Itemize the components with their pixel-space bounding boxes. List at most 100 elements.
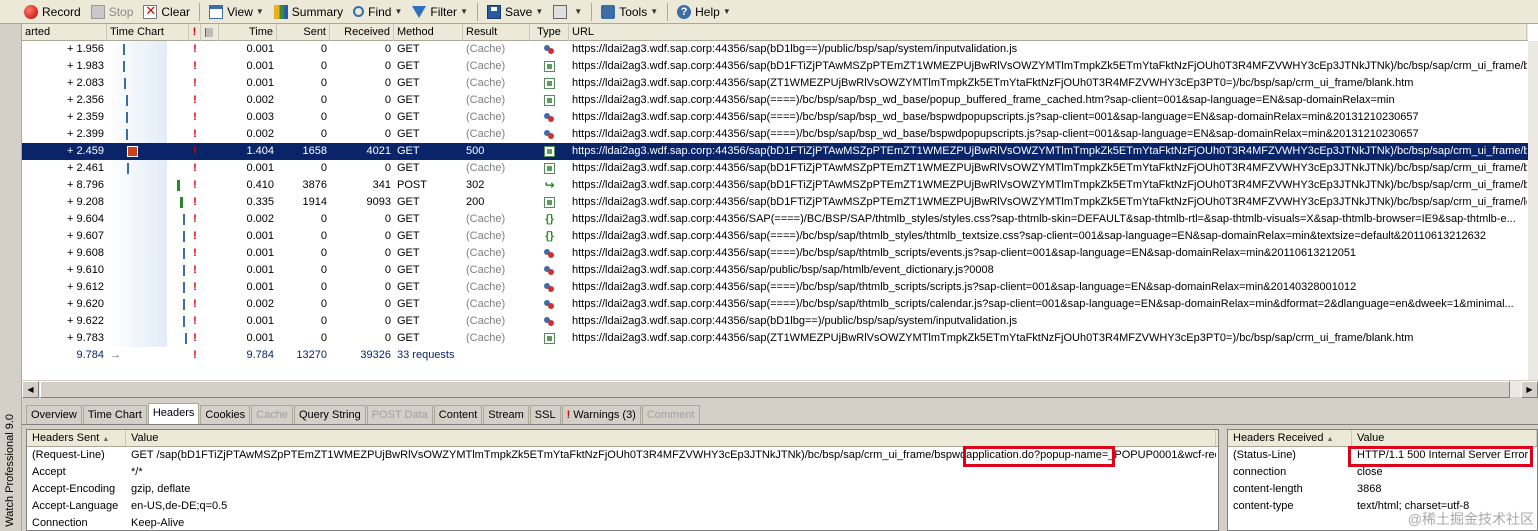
tab-overview[interactable]: Overview bbox=[26, 405, 82, 424]
view-menu-button[interactable]: View ▼ bbox=[205, 2, 268, 22]
time-chart-bar bbox=[183, 316, 186, 327]
header-sent-row[interactable]: Accept-Language en-US,de-DE;q=0.5 bbox=[27, 498, 1218, 515]
script-type-icon bbox=[544, 316, 555, 327]
warning-icon: ! bbox=[193, 145, 197, 157]
pane-splitter[interactable] bbox=[1219, 429, 1227, 531]
cell-result: (Cache) bbox=[466, 213, 506, 225]
header-received-row[interactable]: connection close bbox=[1228, 464, 1537, 481]
totals-sent: 13270 bbox=[296, 349, 327, 361]
tab-warnings-3[interactable]: ! Warnings (3) bbox=[561, 405, 641, 424]
column-url[interactable]: URL bbox=[569, 24, 1527, 41]
cell-flag bbox=[201, 160, 219, 177]
column-received[interactable]: Received bbox=[330, 24, 394, 41]
request-row[interactable]: + 2.461! 0.001 0 0 GET (Cache) https://ldai2ag… bbox=[22, 160, 1528, 177]
clear-button[interactable]: Clear bbox=[139, 2, 194, 22]
header-received-row[interactable]: (Status-Line) HTTP/1.1 500 Internal Serve… bbox=[1228, 447, 1537, 464]
time-chart-bar bbox=[125, 95, 128, 106]
headers-sent-value-column[interactable]: Value bbox=[126, 430, 1216, 446]
column-flag[interactable] bbox=[201, 24, 219, 41]
request-row[interactable]: + 1.956! 0.001 0 0 GET (Cache) https://ldai2ag… bbox=[22, 41, 1528, 58]
record-icon bbox=[24, 4, 38, 19]
request-row[interactable]: + 2.359! 0.003 0 0 GET (Cache) https://ldai2ag… bbox=[22, 109, 1528, 126]
tab-post-data[interactable]: POST Data bbox=[366, 405, 433, 424]
headers-sent-column[interactable]: Headers Sent ▲ bbox=[27, 430, 126, 446]
tab-content[interactable]: Content bbox=[433, 405, 483, 424]
tab-cookies[interactable]: Cookies bbox=[200, 405, 251, 424]
tab-comment[interactable]: Comment bbox=[641, 405, 700, 424]
tab-ssl[interactable]: SSL bbox=[529, 405, 561, 424]
column-method[interactable]: Method bbox=[394, 24, 463, 41]
print-button[interactable]: ▼ bbox=[549, 2, 586, 22]
save-button[interactable]: Save ▼ bbox=[483, 2, 547, 22]
cell-started: + 9.783 bbox=[66, 332, 104, 344]
cell-started: + 2.461 bbox=[66, 162, 104, 174]
tab-headers[interactable]: Headers bbox=[147, 403, 200, 424]
grid-vertical-scrollbar[interactable] bbox=[1528, 41, 1538, 380]
column-time-chart[interactable]: Time Chart bbox=[107, 24, 189, 41]
warning-icon: ! bbox=[193, 77, 197, 89]
warning-icon: ! bbox=[193, 43, 197, 55]
request-row[interactable]: + 2.356! 0.002 0 0 GET (Cache) https://ldai2ag… bbox=[22, 92, 1528, 109]
header-sent-row[interactable]: Connection Keep-Alive bbox=[27, 515, 1218, 530]
cell-received: 0 bbox=[384, 60, 391, 72]
request-row[interactable]: + 9.620! 0.002 0 0 GET (Cache) https://ldai2ag… bbox=[22, 296, 1528, 313]
tab-time-chart[interactable]: Time Chart bbox=[82, 405, 147, 424]
grid-horizontal-scrollbar[interactable]: ◀ ▶ bbox=[22, 380, 1538, 398]
header-received-row[interactable]: content-length 3868 bbox=[1228, 481, 1537, 498]
cell-type bbox=[530, 296, 569, 313]
time-chart-background bbox=[107, 228, 167, 245]
stop-button[interactable]: Stop bbox=[87, 2, 138, 22]
column-time[interactable]: Time bbox=[219, 24, 277, 41]
scroll-right-arrow-icon[interactable]: ▶ bbox=[1521, 381, 1538, 398]
request-row[interactable]: + 9.622! 0.001 0 0 GET (Cache) https://ldai2ag… bbox=[22, 313, 1528, 330]
headers-received-column[interactable]: Headers Received ▲ bbox=[1228, 430, 1352, 446]
tab-cache[interactable]: Cache bbox=[251, 405, 293, 424]
record-button[interactable]: Record bbox=[20, 2, 85, 22]
time-chart-background bbox=[107, 126, 167, 143]
column-sent[interactable]: Sent bbox=[277, 24, 330, 41]
warning-icon: ! bbox=[193, 128, 197, 140]
request-row[interactable]: + 9.610! 0.001 0 0 GET (Cache) https://ldai2ag… bbox=[22, 262, 1528, 279]
cell-type bbox=[530, 75, 569, 92]
cell-url: https://ldai2ag3.wdf.sap.corp:44356/sap(… bbox=[572, 298, 1514, 310]
request-row[interactable]: + 9.607! 0.001 0 0 GET (Cache) {} https://ldai2… bbox=[22, 228, 1528, 245]
header-sent-row[interactable]: (Request-Line) GET /sap(bD1FTiZjPTAwMSZpP… bbox=[27, 447, 1218, 464]
chevron-down-icon: ▼ bbox=[535, 7, 544, 16]
chevron-down-icon: ▼ bbox=[255, 7, 264, 16]
cell-type bbox=[530, 313, 569, 330]
tab-query-string[interactable]: Query String bbox=[293, 405, 366, 424]
scrollbar-thumb[interactable] bbox=[40, 381, 1510, 398]
request-grid: arted Time Chart ! Time Sent Received Me… bbox=[22, 24, 1538, 380]
script-type-icon bbox=[544, 265, 555, 276]
filter-button[interactable]: Filter ▼ bbox=[408, 2, 472, 22]
request-row[interactable]: + 2.399! 0.002 0 0 GET (Cache) https://ldai2ag… bbox=[22, 126, 1528, 143]
column-warning[interactable]: ! bbox=[189, 24, 201, 41]
summary-button[interactable]: Summary bbox=[270, 2, 347, 22]
warning-icon: ! bbox=[193, 60, 197, 72]
clear-icon bbox=[143, 3, 158, 19]
request-row[interactable]: + 9.608! 0.001 0 0 GET (Cache) https://ldai2ag… bbox=[22, 245, 1528, 262]
request-row[interactable]: + 2.083! 0.001 0 0 GET (Cache) https://ldai2ag… bbox=[22, 75, 1528, 92]
tools-menu-button[interactable]: Tools ▼ bbox=[597, 2, 662, 22]
header-name: (Status-Line) bbox=[1233, 449, 1296, 461]
scroll-left-arrow-icon[interactable]: ◀ bbox=[22, 381, 39, 398]
header-sent-row[interactable]: Accept */* bbox=[27, 464, 1218, 481]
cell-method: GET bbox=[397, 332, 420, 344]
request-row[interactable]: + 9.604! 0.002 0 0 GET (Cache) {} https://ldai2… bbox=[22, 211, 1528, 228]
request-row[interactable]: + 2.459! 1.404 1658 4021 GET 500 https://ldai2… bbox=[22, 143, 1528, 160]
find-button[interactable]: Find ▼ bbox=[349, 2, 406, 22]
time-chart-bar bbox=[183, 282, 186, 293]
help-menu-button[interactable]: ? Help ▼ bbox=[673, 2, 735, 22]
column-type[interactable]: Type bbox=[530, 24, 569, 41]
tab-stream[interactable]: Stream bbox=[483, 405, 529, 424]
request-row[interactable]: + 1.983! 0.001 0 0 GET (Cache) https://ldai2ag… bbox=[22, 58, 1528, 75]
column-started[interactable]: arted bbox=[22, 24, 107, 41]
request-row[interactable]: + 9.783! 0.001 0 0 GET (Cache) https://ldai2ag… bbox=[22, 330, 1528, 347]
request-row[interactable]: + 9.208! 0.335 1914 9093 GET 200 https://ldai2… bbox=[22, 194, 1528, 211]
column-result[interactable]: Result bbox=[463, 24, 530, 41]
request-row[interactable]: + 9.612! 0.001 0 0 GET (Cache) https://ldai2ag… bbox=[22, 279, 1528, 296]
headers-received-value-column[interactable]: Value bbox=[1352, 430, 1537, 446]
header-sent-row[interactable]: Accept-Encoding gzip, deflate bbox=[27, 481, 1218, 498]
search-icon bbox=[353, 6, 365, 17]
request-row[interactable]: + 8.796! 0.410 3876 341 POST 302 ↪ https://ldai… bbox=[22, 177, 1528, 194]
